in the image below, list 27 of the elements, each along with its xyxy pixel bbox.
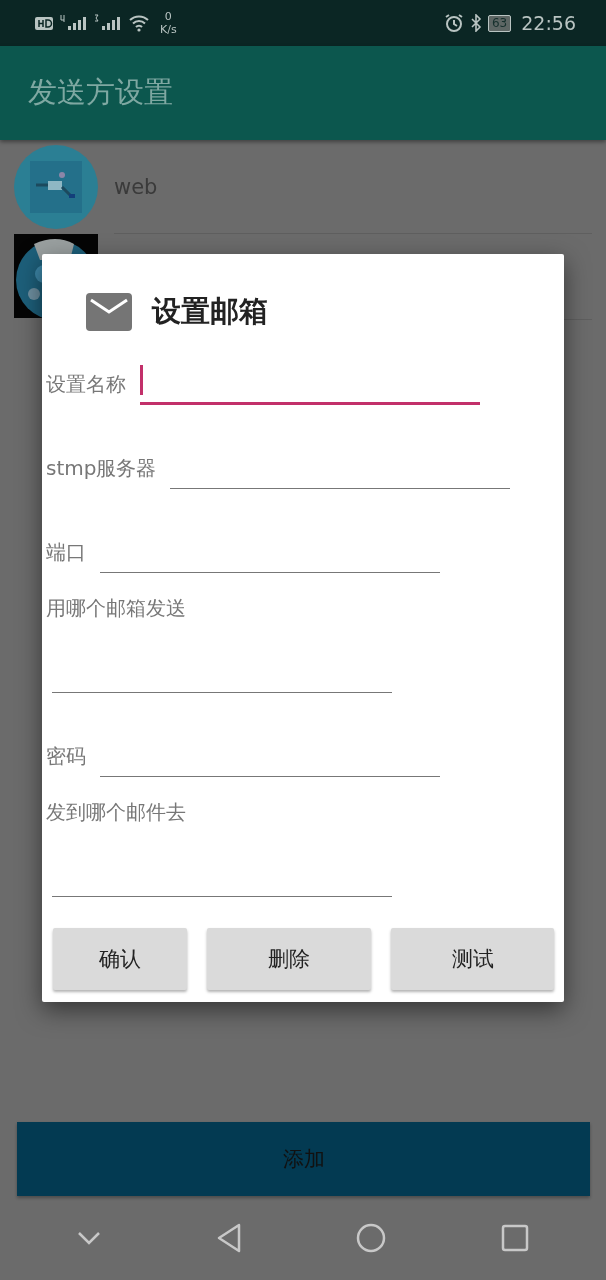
wifi-icon (128, 14, 150, 32)
recent-apps-icon[interactable] (500, 1224, 529, 1252)
dialog-button[interactable]: 测试 (391, 928, 554, 990)
mail-icon (86, 293, 132, 331)
alarm-icon (443, 13, 464, 33)
dialog-button[interactable]: 删除 (207, 928, 371, 990)
chevron-down-icon[interactable] (77, 1231, 102, 1245)
app-bar-title: 发送方设置 (28, 74, 173, 111)
bluetooth-icon (469, 14, 482, 32)
input-field[interactable] (140, 365, 480, 405)
field-label: 设置名称 (46, 371, 126, 398)
dialog-title: 设置邮箱 (152, 293, 268, 330)
battery-level: 63 (487, 14, 512, 32)
field-label: stmp服务器 (46, 455, 157, 482)
clock: 22:56 (521, 12, 576, 34)
network-speed-unit: K/s (160, 23, 177, 36)
field-label: 用哪个邮箱发送 (46, 595, 186, 621)
cellular-signal-icon (60, 14, 88, 32)
hd-icon (34, 15, 54, 31)
field-label: 端口 (46, 539, 86, 566)
back-icon[interactable] (215, 1223, 242, 1253)
home-icon[interactable] (356, 1223, 387, 1253)
dialog-button[interactable]: 确认 (53, 928, 187, 990)
cellular-signal-icon (94, 14, 122, 32)
network-speed-value: 0 (164, 10, 172, 23)
field-label: 发到哪个邮件去 (46, 799, 186, 825)
field-label: 密码 (46, 743, 86, 770)
